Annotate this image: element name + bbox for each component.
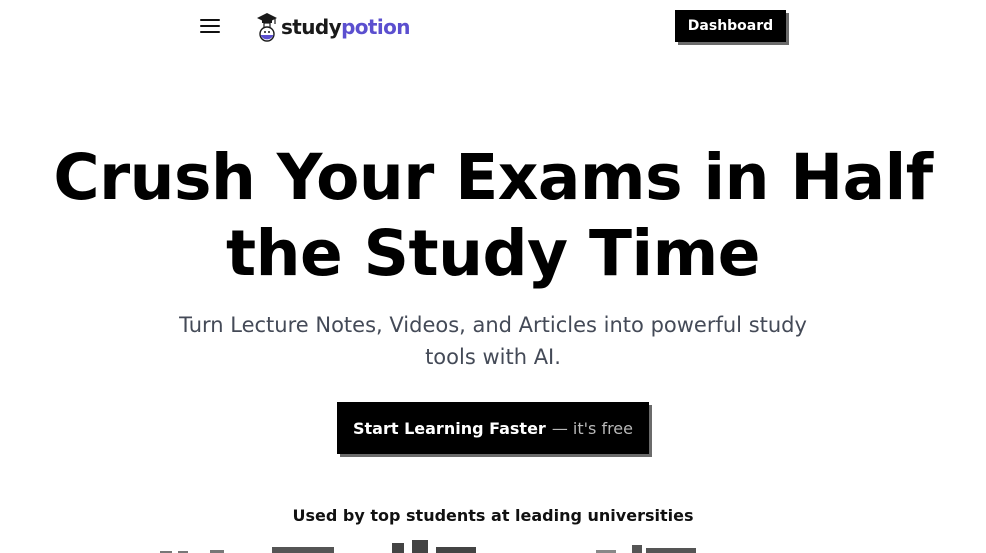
potion-mascot-icon: [257, 13, 277, 42]
university-logo-5: [632, 545, 696, 553]
university-logo-2: [272, 547, 334, 553]
start-learning-button[interactable]: Start Learning Faster — it's free: [337, 402, 649, 454]
cta-free-label: — it's free: [551, 418, 633, 438]
hero-subtitle: Turn Lecture Notes, Videos, and Articles…: [179, 313, 807, 369]
logo-text-study: study: [281, 15, 342, 39]
studypotion-logo[interactable]: studypotion: [255, 12, 411, 42]
used-by-heading: Used by top students at leading universi…: [292, 506, 694, 525]
university-logo-1: [160, 550, 224, 553]
university-logo-3: [392, 540, 476, 553]
dashboard-button[interactable]: Dashboard: [675, 10, 786, 42]
hamburger-menu-icon[interactable]: [200, 16, 224, 36]
university-logo-strip: [0, 540, 986, 553]
hero-title: Crush Your Exams in Half the Study Time: [53, 141, 933, 290]
cta-main-label: Start Learning Faster: [353, 418, 546, 438]
landing-page: studypotion Dashboard Crush Your Exams i…: [0, 0, 986, 553]
logo-text-potion: potion: [341, 15, 410, 39]
logo-wordmark: studypotion: [281, 15, 411, 39]
